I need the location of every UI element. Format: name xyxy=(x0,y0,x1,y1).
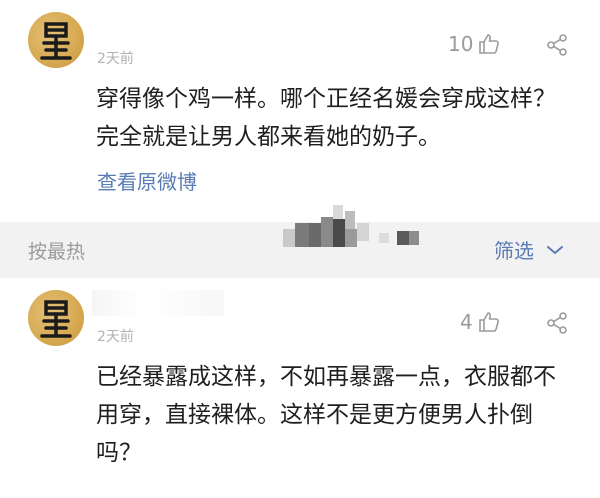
filter-label: 筛选 xyxy=(494,239,534,263)
comment-text: 穿得像个鸡一样。哪个正经名媛会穿成这样？完全就是让男人都来看她的奶子。 xyxy=(96,86,556,150)
share-icon[interactable] xyxy=(546,312,568,334)
avatar[interactable] xyxy=(28,290,84,346)
avatar-emblem-icon xyxy=(40,22,72,60)
sort-hot-button[interactable]: 按最热 xyxy=(28,237,85,264)
like-count: 10 xyxy=(448,32,474,56)
like-count: 4 xyxy=(460,310,473,334)
comment-time: 2天前 xyxy=(97,51,134,67)
comment-text: 已经暴露成这样，不如再暴露一点，衣服都不用穿，直接裸体。这样不是更方便男人扑倒吗… xyxy=(96,364,556,466)
avatar-emblem-icon xyxy=(40,300,72,338)
like-button[interactable]: 4 xyxy=(460,310,501,334)
share-icon[interactable] xyxy=(546,34,568,56)
filter-button[interactable]: 筛选 xyxy=(494,235,564,264)
pixelated-redaction xyxy=(283,203,423,249)
thumbs-up-icon xyxy=(479,34,500,54)
view-original-weibo-link[interactable]: 查看原微博 xyxy=(97,166,197,195)
thumbs-up-icon xyxy=(478,312,499,332)
avatar[interactable] xyxy=(28,12,84,68)
like-button[interactable]: 10 xyxy=(448,32,501,56)
comment-card: 2天前 10 穿得像个鸡一样。哪个正经名媛会穿成这样？完全就是让男人都来看她的奶… xyxy=(0,0,600,222)
chevron-down-icon xyxy=(547,245,563,254)
comment-time: 2天前 xyxy=(97,329,134,345)
redacted-username xyxy=(92,290,224,316)
